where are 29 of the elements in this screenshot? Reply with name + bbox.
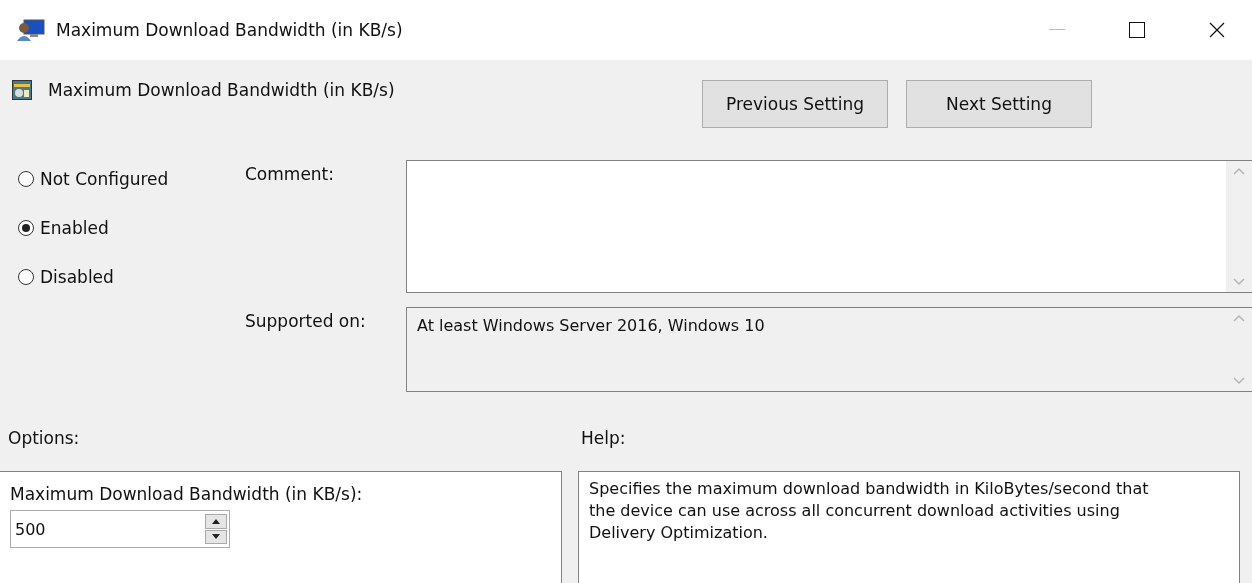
- comment-field[interactable]: [406, 160, 1252, 293]
- scroll-up-icon: [1233, 314, 1245, 322]
- radio-circle[interactable]: [18, 171, 34, 187]
- radio-option[interactable]: Disabled: [18, 267, 240, 287]
- setting-title: Maximum Download Bandwidth (in KB/s): [48, 80, 395, 100]
- nav-button[interactable]: Previous Setting: [702, 80, 888, 128]
- radio-option[interactable]: Not Configured: [18, 169, 240, 189]
- radio-circle[interactable]: [18, 220, 34, 236]
- policy-setting-icon: [12, 80, 32, 100]
- radio-circle[interactable]: [18, 269, 34, 285]
- bandwidth-spin-field[interactable]: 500: [10, 510, 230, 548]
- supported-on-field: At least Windows Server 2016, Windows 10: [406, 307, 1252, 392]
- bandwidth-label: Maximum Download Bandwidth (in KB/s):: [10, 484, 364, 504]
- scroll-up-icon: [1233, 167, 1245, 175]
- help-label: Help:: [581, 427, 627, 448]
- computer-user-icon: [16, 19, 46, 41]
- scroll-down-icon: [1233, 278, 1245, 286]
- spin-down-icon[interactable]: [205, 529, 227, 544]
- options-label: Options:: [7, 427, 81, 448]
- close-icon[interactable]: [1209, 22, 1225, 38]
- spin-up-icon[interactable]: [205, 514, 227, 529]
- help-text: Specifies the maximum download bandwidth in KiloBytes/second that the device can use across all concurrent download activities using Delivery Optimization.: [589, 478, 1150, 544]
- nav-button[interactable]: Next Setting: [906, 80, 1092, 128]
- maximize-icon[interactable]: [1129, 22, 1145, 38]
- scroll-down-icon: [1233, 377, 1245, 385]
- comment-label: Comment:: [244, 163, 336, 186]
- radio-option[interactable]: Enabled: [18, 218, 240, 238]
- window-title: Maximum Download Bandwidth (in KB/s): [56, 20, 404, 40]
- supported-on-label: Supported on:: [244, 310, 367, 333]
